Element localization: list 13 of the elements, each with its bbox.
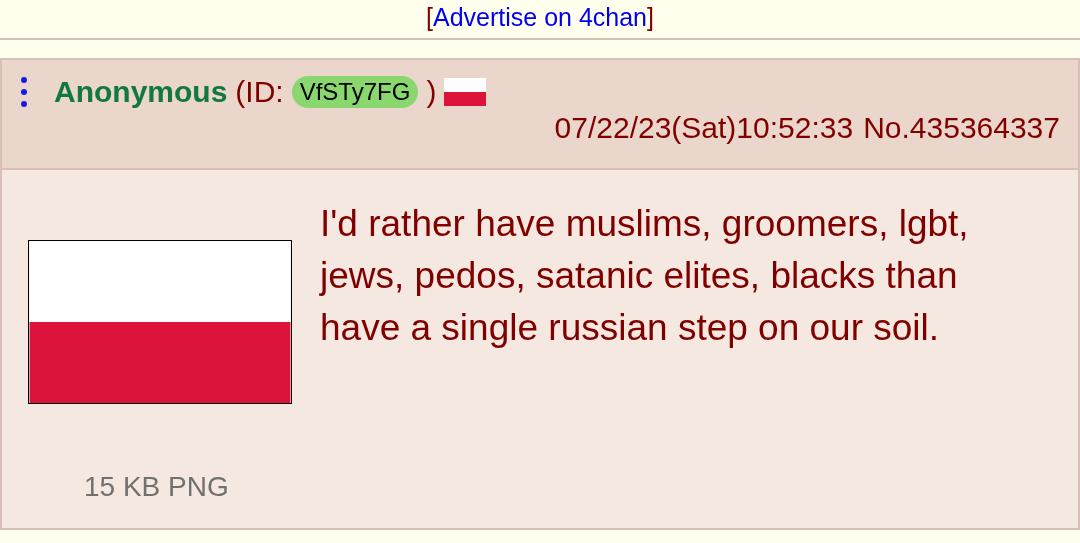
post-datetime: 07/22/23(Sat)10:52:33 bbox=[554, 110, 854, 146]
file-info: 15 KB PNG bbox=[84, 470, 230, 504]
flag-icon bbox=[444, 78, 487, 106]
post-number[interactable]: No.435364337 bbox=[863, 110, 1060, 146]
id-close: ) bbox=[426, 74, 437, 110]
menu-icon[interactable] bbox=[20, 76, 28, 108]
bracket: [ bbox=[426, 2, 433, 32]
poster-id[interactable]: VfSTy7FG bbox=[291, 76, 419, 108]
bracket: ] bbox=[647, 2, 654, 32]
advertise-link[interactable]: Advertise on 4chan bbox=[433, 2, 647, 32]
poster-name: Anonymous bbox=[54, 74, 228, 110]
post-message: I'd rather have muslims, groomers, lgbt, jews, pedos, satanic elites, blacks than have a single russian step on our soil. bbox=[320, 202, 970, 350]
id-label: (ID: bbox=[235, 74, 284, 110]
